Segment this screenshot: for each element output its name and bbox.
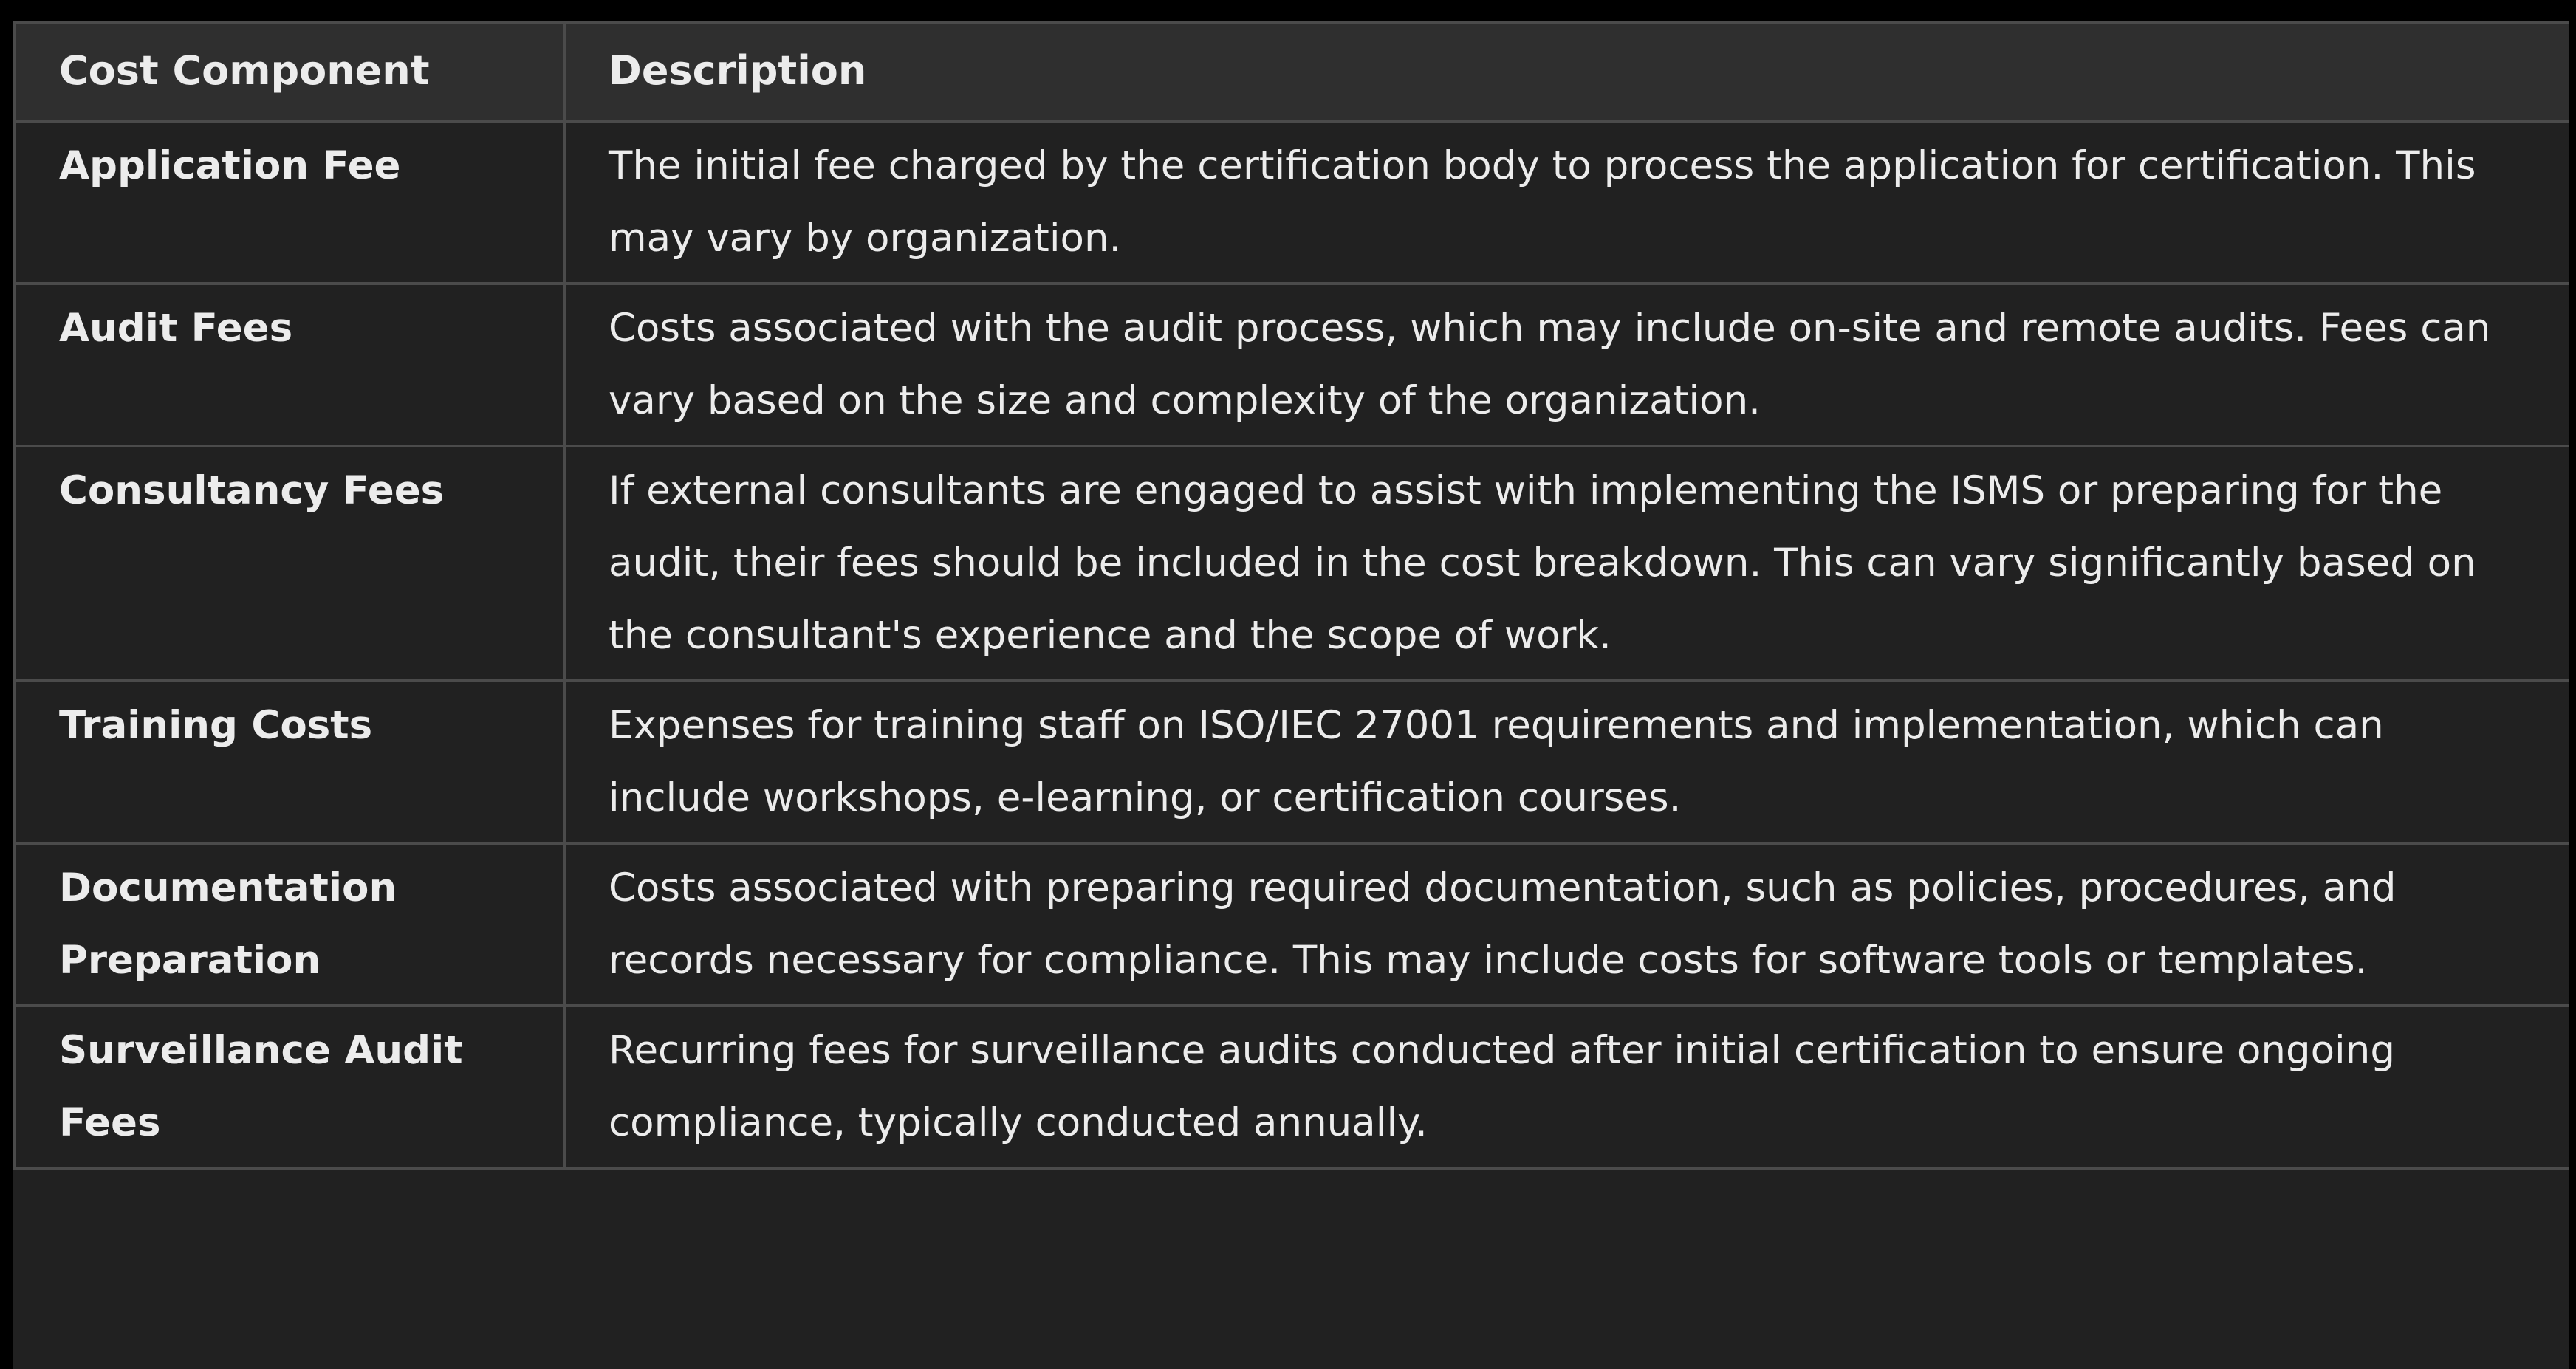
cell-description: Recurring fees for surveillance audits c… xyxy=(563,1004,2569,1170)
cell-description: Costs associated with preparing required… xyxy=(563,842,2569,1007)
cell-description: The initial fee charged by the certifica… xyxy=(563,120,2569,285)
cell-component: Consultancy Fees xyxy=(13,445,566,682)
cell-component: Application Fee xyxy=(13,120,566,285)
cell-description: If external consultants are engaged to a… xyxy=(563,445,2569,682)
cell-description: Costs associated with the audit process,… xyxy=(563,282,2569,447)
cost-breakdown-table: Cost Component Description Application F… xyxy=(13,21,2569,1170)
table-header: Cost Component Description xyxy=(13,21,2569,123)
cell-description: Expenses for training staff on ISO/IEC 2… xyxy=(563,679,2569,845)
cell-component: Surveillance Audit Fees xyxy=(13,1004,566,1170)
table-row: Documentation Preparation Costs associat… xyxy=(13,842,2569,1007)
cell-component: Audit Fees xyxy=(13,282,566,447)
cell-component: Documentation Preparation xyxy=(13,842,566,1007)
table-row: Training Costs Expenses for training sta… xyxy=(13,679,2569,845)
table-row: Surveillance Audit Fees Recurring fees f… xyxy=(13,1004,2569,1170)
header-row: Cost Component Description xyxy=(13,21,2569,123)
table-row: Audit Fees Costs associated with the aud… xyxy=(13,282,2569,447)
cell-component: Training Costs xyxy=(13,679,566,845)
cost-table-container: Cost Component Description Application F… xyxy=(13,21,2569,1369)
table-row: Consultancy Fees If external consultants… xyxy=(13,445,2569,682)
screenshot-frame: Cost Component Description Application F… xyxy=(0,0,2576,1369)
header-description: Description xyxy=(563,21,2569,123)
table-body: Application Fee The initial fee charged … xyxy=(13,120,2569,1170)
header-cost-component: Cost Component xyxy=(13,21,566,123)
table-row: Application Fee The initial fee charged … xyxy=(13,120,2569,285)
